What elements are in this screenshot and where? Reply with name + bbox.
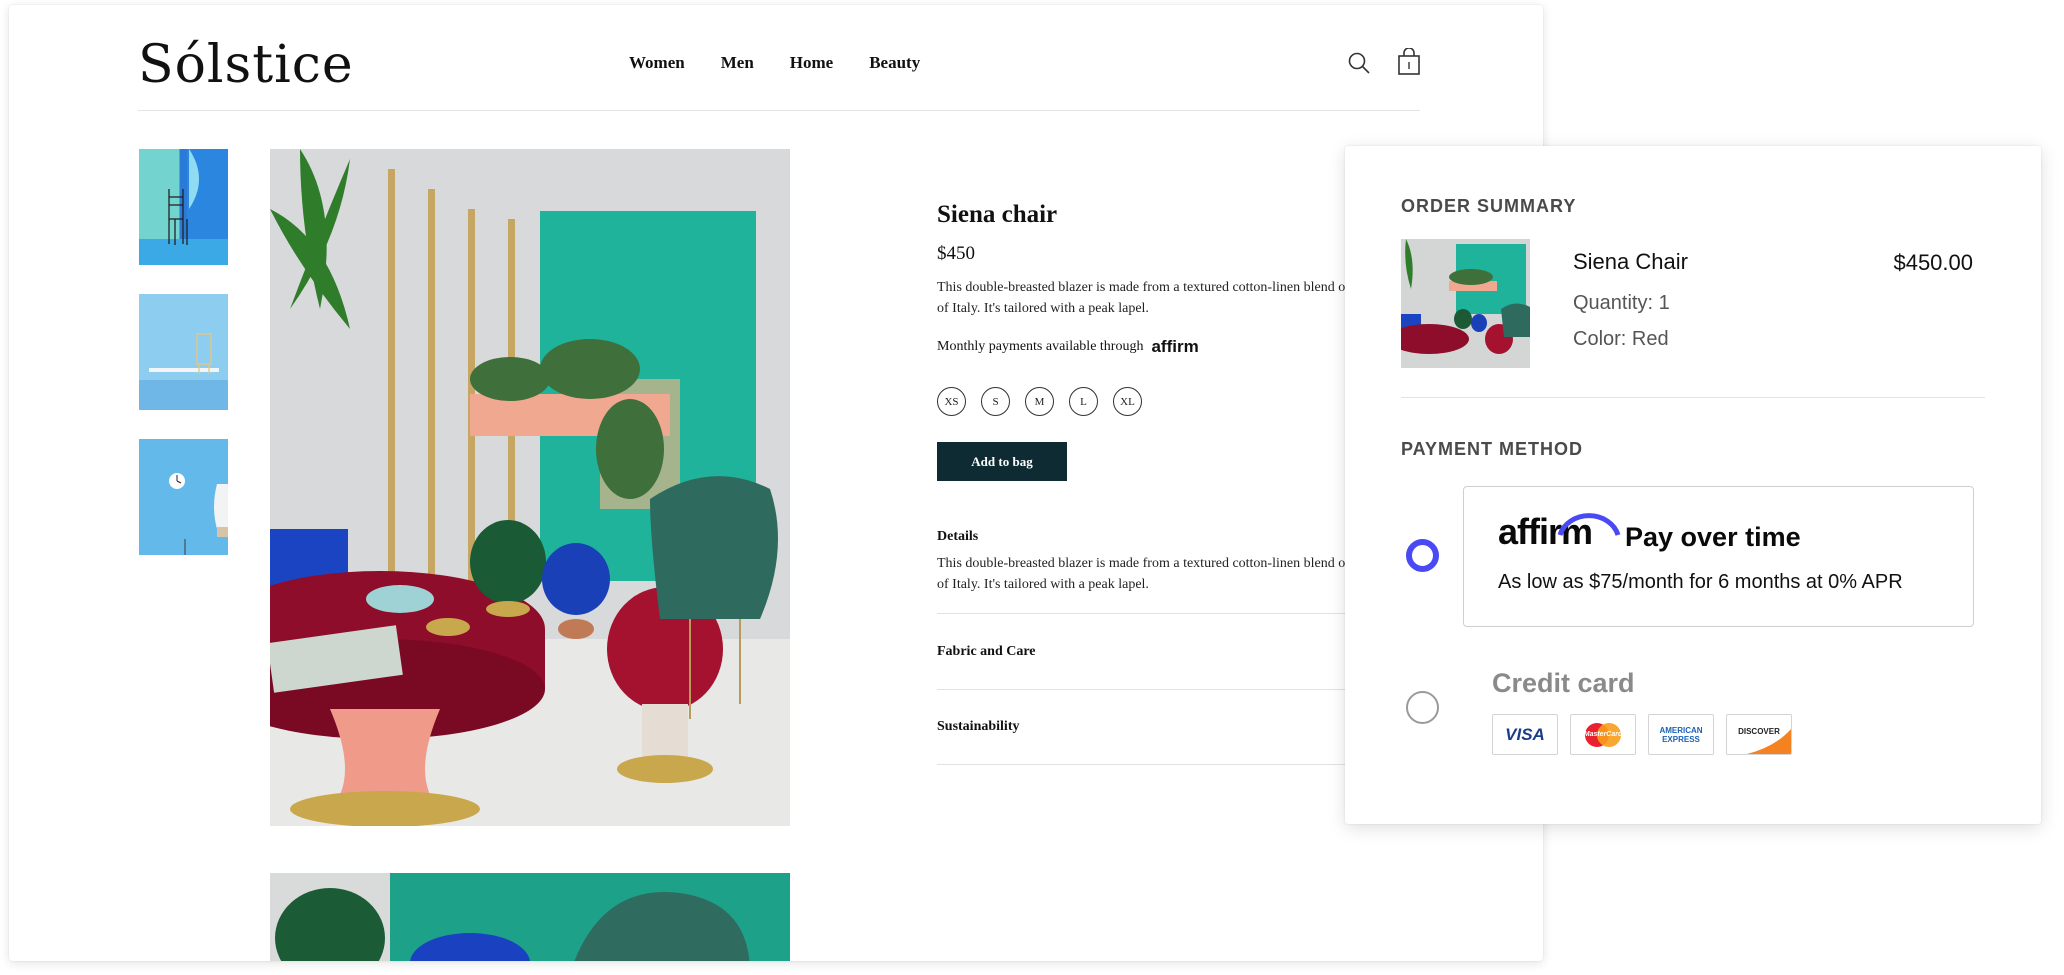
accordion-fabric-care[interactable]: Fabric and Care: [937, 613, 1357, 689]
size-xl[interactable]: XL: [1113, 387, 1142, 416]
payment-method-heading: PAYMENT METHOD: [1401, 439, 1584, 459]
product-title: Siena chair: [937, 201, 1058, 228]
product-info: Siena chair $450 This double-breasted bl…: [937, 201, 1357, 765]
credit-card-radio[interactable]: [1406, 691, 1439, 724]
header-divider: [138, 110, 1420, 111]
affirm-payment-option[interactable]: affirm Pay over time As low as $75/month…: [1463, 486, 1974, 627]
shopping-bag-icon[interactable]: [1397, 47, 1421, 81]
thumbnail-1[interactable]: [139, 149, 228, 265]
order-summary-heading: ORDER SUMMARY: [1401, 196, 1577, 216]
monthly-payments-note: Monthly payments available through affir…: [937, 337, 1357, 357]
visa-icon: VISA: [1492, 714, 1558, 755]
size-selector: XS S M L XL: [937, 387, 1357, 416]
affirm-radio[interactable]: [1406, 539, 1439, 572]
size-l[interactable]: L: [1069, 387, 1098, 416]
card-logos: VISA MasterCard AMERICAN EXPRESS DISCOVE…: [1492, 714, 1792, 755]
product-page: Sólstice Women Men Home Beauty Siena cha…: [9, 5, 1543, 961]
affirm-arc-icon: [1557, 513, 1621, 536]
discover-icon: DISCOVER: [1726, 714, 1792, 755]
affirm-mini-logo[interactable]: affirm: [1151, 337, 1198, 357]
details-text: This double-breasted blazer is made from…: [937, 556, 1357, 592]
size-xs[interactable]: XS: [937, 387, 966, 416]
discover-label: DISCOVER: [1738, 727, 1780, 736]
mastercard-icon: MasterCard: [1570, 714, 1636, 755]
order-item-quantity: Quantity: 1: [1573, 292, 1670, 314]
credit-card-label[interactable]: Credit card: [1492, 668, 1635, 699]
order-item-name: Siena Chair: [1573, 249, 1688, 274]
accordion-sustainability[interactable]: Sustainability: [937, 689, 1357, 765]
product-main-image: [270, 149, 790, 826]
order-item-color: Color: Red: [1573, 328, 1669, 350]
size-m[interactable]: M: [1025, 387, 1054, 416]
product-secondary-image: [270, 873, 790, 961]
search-icon[interactable]: [1347, 51, 1371, 80]
thumbnail-2[interactable]: [139, 294, 228, 410]
brand-logo[interactable]: Sólstice: [138, 35, 354, 95]
product-price: $450: [937, 243, 975, 264]
visa-label: VISA: [1505, 724, 1545, 744]
size-s[interactable]: S: [981, 387, 1010, 416]
nav-beauty[interactable]: Beauty: [869, 53, 920, 73]
monthly-payments-text: Monthly payments available through: [937, 339, 1144, 354]
order-summary-panel: ORDER SUMMARY Siena Chair $450.00 Quanti…: [1345, 146, 2041, 824]
mastercard-label: MasterCard: [1583, 731, 1623, 738]
pay-over-time-title: Pay over time: [1625, 522, 1801, 552]
pay-over-time-subtitle: As low as $75/month for 6 months at 0% A…: [1498, 571, 1903, 593]
amex-label: AMERICAN EXPRESS: [1659, 725, 1703, 744]
summary-divider: [1401, 397, 1985, 398]
order-item-price: $450.00: [1893, 250, 1973, 275]
details-heading: Details: [937, 529, 979, 544]
nav-men[interactable]: Men: [721, 53, 754, 73]
order-item-thumbnail: [1401, 239, 1530, 368]
thumbnail-3[interactable]: [139, 439, 228, 555]
nav-home[interactable]: Home: [790, 53, 833, 73]
amex-icon: AMERICAN EXPRESS: [1648, 714, 1714, 755]
main-nav: Women Men Home Beauty: [629, 53, 956, 73]
product-description: This double-breasted blazer is made from…: [937, 280, 1357, 316]
nav-women[interactable]: Women: [629, 53, 685, 73]
add-to-bag-button[interactable]: Add to bag: [937, 442, 1067, 481]
